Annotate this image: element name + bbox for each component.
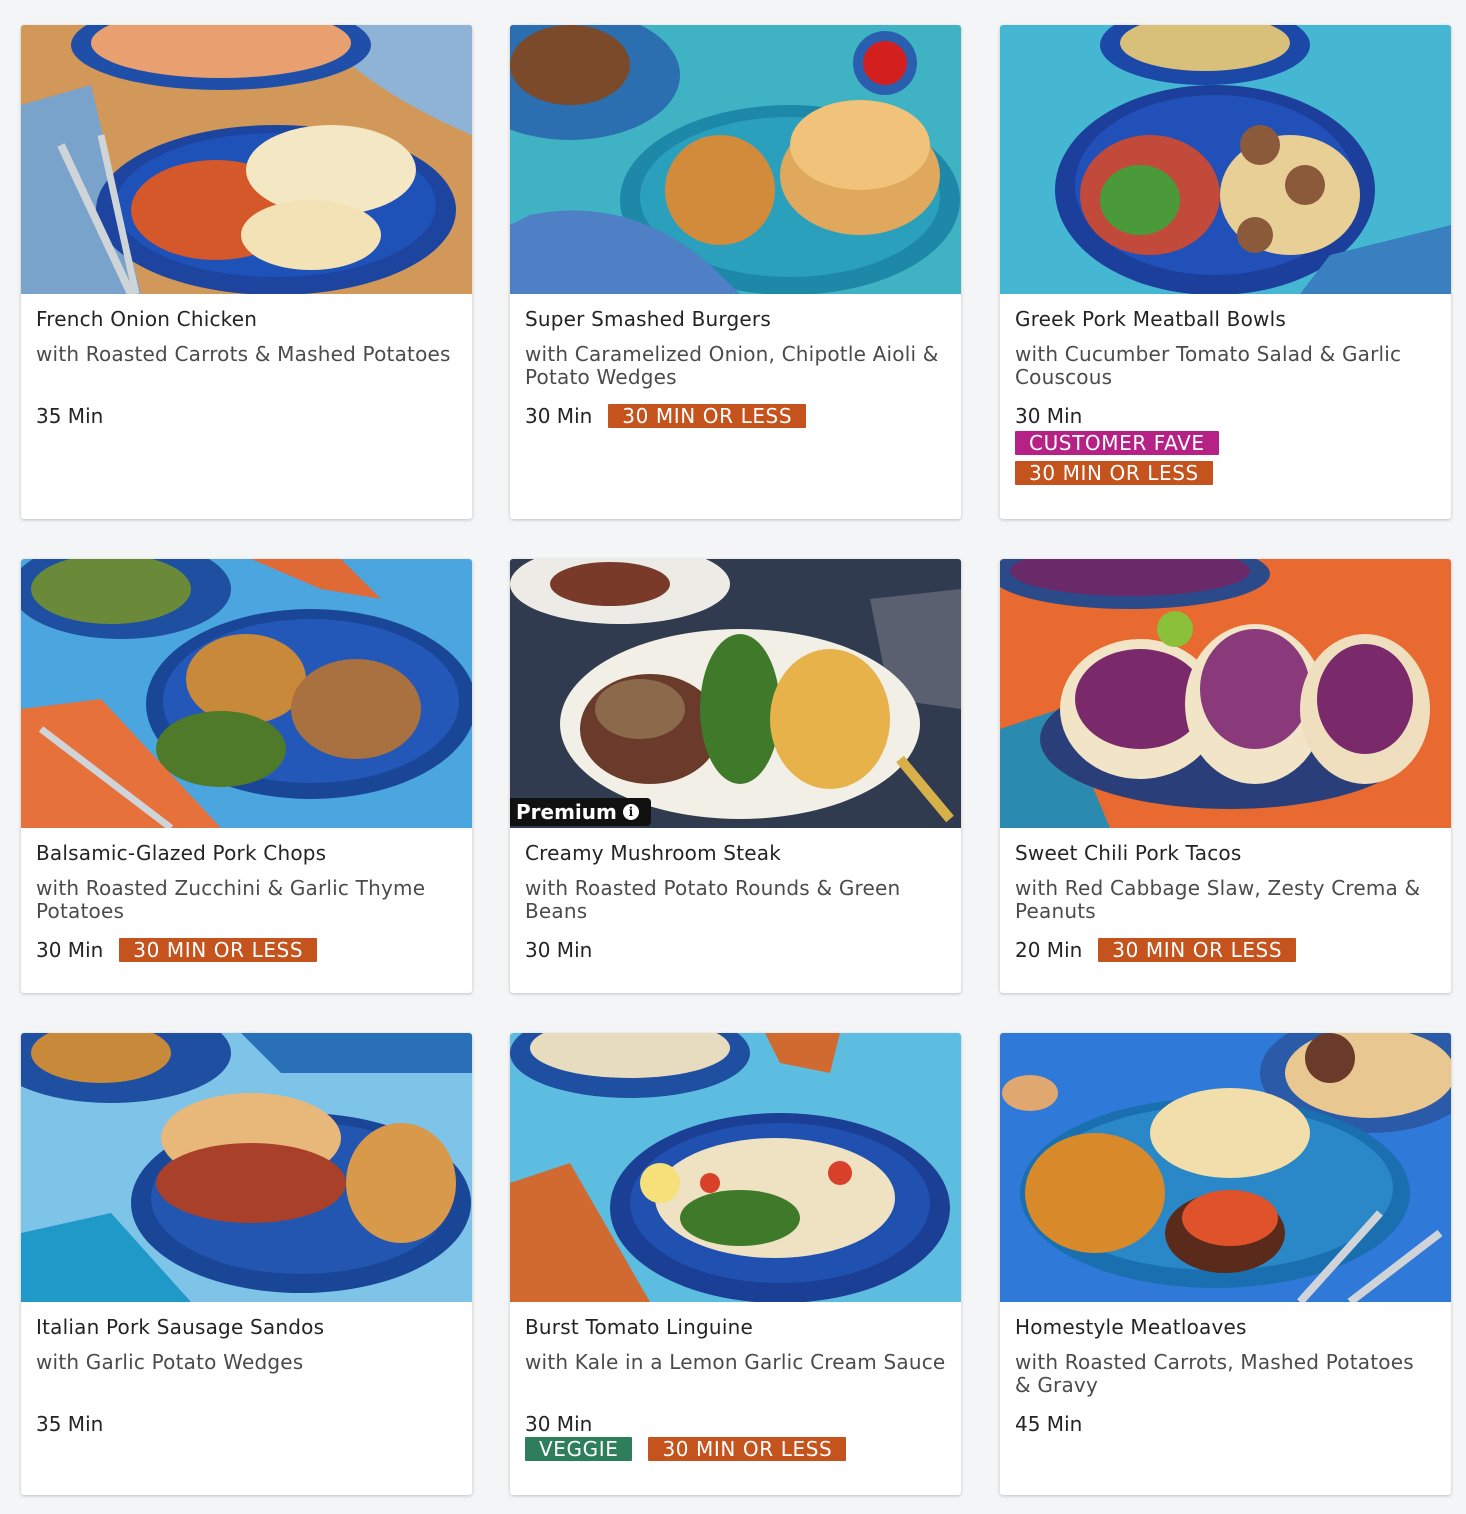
recipe-title[interactable]: Burst Tomato Linguine xyxy=(525,1314,946,1341)
recipe-image[interactable] xyxy=(21,1033,472,1302)
recipe-subtitle: with Garlic Potato Wedges xyxy=(36,1350,304,1374)
recipe-subtitle: with Kale in a Lemon Garlic Cream Sauce xyxy=(525,1350,946,1374)
cook-time: 35 Min xyxy=(36,1412,104,1436)
cook-time: 30 Min xyxy=(525,938,593,962)
recipe-title[interactable]: Greek Pork Meatball Bowls xyxy=(1015,306,1436,333)
premium-label: Premium xyxy=(516,800,617,824)
recipe-subtitle: with Red Cabbage Slaw, Zesty Crema & Pea… xyxy=(1015,876,1421,923)
tag-customer-fave: CUSTOMER FAVE xyxy=(1015,431,1219,455)
recipe-card-balsamic-glazed-pork-chops[interactable]: Balsamic-Glazed Pork Chops with Roasted … xyxy=(21,559,472,993)
recipe-subtitle: with Roasted Carrots & Mashed Potatoes xyxy=(36,342,451,366)
premium-badge[interactable]: Premium i xyxy=(510,798,651,826)
tag-30-min-or-less: 30 MIN OR LESS xyxy=(119,938,318,962)
cook-time: 20 Min xyxy=(1015,938,1083,962)
cook-time: 30 Min xyxy=(1015,404,1083,428)
recipe-card-french-onion-chicken[interactable]: French Onion Chicken with Roasted Carrot… xyxy=(21,25,472,519)
tag-30-min-or-less: 30 MIN OR LESS xyxy=(608,404,807,428)
recipe-card-homestyle-meatloaves[interactable]: Homestyle Meatloaves with Roasted Carrot… xyxy=(1000,1033,1451,1495)
cook-time: 30 Min xyxy=(36,938,104,962)
recipe-image[interactable] xyxy=(1000,25,1451,294)
recipe-title[interactable]: French Onion Chicken xyxy=(36,306,457,333)
info-icon[interactable]: i xyxy=(622,804,639,820)
recipe-card-sweet-chili-pork-tacos[interactable]: Sweet Chili Pork Tacos with Red Cabbage … xyxy=(1000,559,1451,993)
recipe-title[interactable]: Super Smashed Burgers xyxy=(525,306,946,333)
recipe-image[interactable] xyxy=(1000,559,1451,828)
recipe-card-burst-tomato-linguine[interactable]: Burst Tomato Linguine with Kale in a Lem… xyxy=(510,1033,961,1495)
recipe-title[interactable]: Balsamic-Glazed Pork Chops xyxy=(36,840,457,867)
recipe-title[interactable]: Sweet Chili Pork Tacos xyxy=(1015,840,1436,867)
tag-veggie: VEGGIE xyxy=(525,1437,633,1461)
recipe-subtitle: with Roasted Carrots, Mashed Potatoes & … xyxy=(1015,1350,1414,1397)
recipe-subtitle: with Cucumber Tomato Salad & Garlic Cous… xyxy=(1015,342,1402,389)
recipe-image[interactable] xyxy=(510,25,961,294)
recipe-image[interactable] xyxy=(510,1033,961,1302)
recipe-card-super-smashed-burgers[interactable]: Super Smashed Burgers with Caramelized O… xyxy=(510,25,961,519)
recipe-image[interactable] xyxy=(21,559,472,828)
cook-time: 30 Min xyxy=(525,404,593,428)
cook-time: 30 Min xyxy=(525,1412,593,1436)
recipe-card-creamy-mushroom-steak[interactable]: Premium i Creamy Mushroom Steak with Roa… xyxy=(510,559,961,993)
recipe-card-greek-pork-meatball-bowls[interactable]: Greek Pork Meatball Bowls with Cucumber … xyxy=(1000,25,1451,519)
tag-30-min-or-less: 30 MIN OR LESS xyxy=(648,1437,847,1461)
recipe-subtitle: with Caramelized Onion, Chipotle Aioli &… xyxy=(525,342,939,389)
tag-30-min-or-less: 30 MIN OR LESS xyxy=(1015,461,1213,485)
recipe-subtitle: with Roasted Zucchini & Garlic Thyme Pot… xyxy=(36,876,426,923)
recipe-subtitle: with Roasted Potato Rounds & Green Beans xyxy=(525,876,901,923)
recipe-title[interactable]: Creamy Mushroom Steak xyxy=(525,840,946,867)
recipe-image[interactable]: Premium i xyxy=(510,559,961,828)
recipe-title[interactable]: Italian Pork Sausage Sandos xyxy=(36,1314,457,1341)
recipe-card-italian-pork-sausage-sandos[interactable]: Italian Pork Sausage Sandos with Garlic … xyxy=(21,1033,472,1495)
recipe-title[interactable]: Homestyle Meatloaves xyxy=(1015,1314,1436,1341)
tag-30-min-or-less: 30 MIN OR LESS xyxy=(1098,938,1297,962)
cook-time: 35 Min xyxy=(36,404,104,428)
cook-time: 45 Min xyxy=(1015,1412,1083,1436)
recipe-image[interactable] xyxy=(1000,1033,1451,1302)
recipe-image[interactable] xyxy=(21,25,472,294)
